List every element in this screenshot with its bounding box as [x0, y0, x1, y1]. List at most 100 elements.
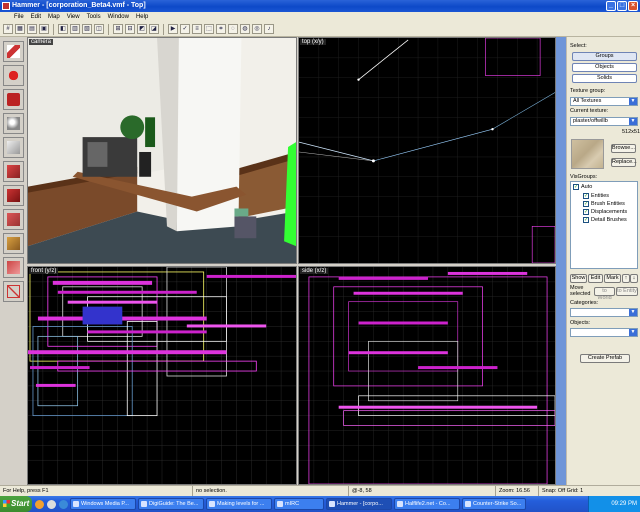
- magnify-tool-icon[interactable]: [3, 65, 24, 86]
- chevron-down-icon: ▼: [629, 309, 637, 316]
- autoselect-icon[interactable]: ◩: [137, 24, 147, 34]
- taskbar-item-active[interactable]: Hammer - [corpo...: [326, 498, 392, 510]
- menu-window[interactable]: Window: [108, 12, 129, 22]
- grid-smaller-icon[interactable]: ▦: [15, 24, 25, 34]
- vertex-tool-icon[interactable]: [3, 281, 24, 302]
- taskbar: Start Windows Media P... DigiGuide: The …: [0, 496, 640, 512]
- hammer-app-icon: [2, 2, 10, 10]
- sound-icon[interactable]: ♪: [264, 24, 274, 34]
- entity-report-icon[interactable]: ≡: [192, 24, 202, 34]
- browse-button[interactable]: Browse...: [611, 144, 636, 153]
- system-tray: 09:29 PM: [588, 496, 640, 512]
- visgroup-brush-entities[interactable]: ✓ Brush Entities: [583, 201, 625, 207]
- select-groups-button[interactable]: Groups: [572, 52, 637, 61]
- select-solids-button[interactable]: Solids: [572, 74, 637, 83]
- group-icon[interactable]: ▥: [70, 24, 80, 34]
- view-3d-icon[interactable]: ▣: [39, 24, 49, 34]
- checkbox-checked-icon[interactable]: ✓: [583, 209, 589, 215]
- menu-file[interactable]: File: [14, 12, 24, 22]
- carve-icon[interactable]: ◧: [58, 24, 68, 34]
- minimize-button[interactable]: _: [606, 1, 616, 11]
- texture-tool-icon[interactable]: [3, 161, 24, 182]
- show-button[interactable]: Show: [570, 274, 587, 283]
- camera-viewport[interactable]: camera: [27, 37, 297, 264]
- texture-group-label: Texture group:: [570, 88, 606, 94]
- visgroup-auto[interactable]: ✓ Auto: [573, 184, 592, 190]
- selection-tool-icon[interactable]: [3, 41, 24, 62]
- current-texture-select[interactable]: plaster/offwillb ▼: [570, 117, 638, 126]
- menu-view[interactable]: View: [67, 12, 80, 22]
- quicklaunch-icon[interactable]: [59, 499, 68, 509]
- side-viewport[interactable]: side (x/z): [298, 266, 556, 485]
- ungroup-icon[interactable]: ▧: [82, 24, 92, 34]
- front-viewport[interactable]: front (y/z): [27, 266, 297, 485]
- edit-button[interactable]: Edit: [588, 274, 603, 283]
- texture-group-select[interactable]: All Textures ▼: [570, 97, 638, 106]
- objects-select[interactable]: ▼: [570, 328, 638, 337]
- grid-larger-icon[interactable]: ▤: [27, 24, 37, 34]
- mark-button[interactable]: Mark: [604, 274, 621, 283]
- textured-icon[interactable]: ◍: [240, 24, 250, 34]
- visgroup-displacements[interactable]: ✓ Displacements: [583, 209, 627, 215]
- start-button[interactable]: Start: [0, 496, 32, 512]
- menu-tools[interactable]: Tools: [87, 12, 101, 22]
- taskbar-item[interactable]: Making levels for ...: [206, 498, 272, 510]
- run-map-icon[interactable]: ▶: [168, 24, 178, 34]
- tool-palette: [0, 37, 27, 485]
- hide-icon[interactable]: ◫: [94, 24, 104, 34]
- taskbar-item[interactable]: Counter-Strike So...: [462, 498, 526, 510]
- arrow-up-icon[interactable]: ↑: [622, 274, 630, 283]
- grid-toggle-icon[interactable]: #: [3, 24, 13, 34]
- texture-preview[interactable]: [571, 139, 604, 169]
- to-world-button[interactable]: to World: [594, 287, 615, 301]
- create-prefab-button[interactable]: Create Prefab: [580, 354, 630, 363]
- top-viewport[interactable]: top (x/y): [298, 37, 556, 264]
- taskbar-item[interactable]: Windows Media P...: [70, 498, 136, 510]
- apply-texture-icon[interactable]: [3, 185, 24, 206]
- visgroup-detail-brushes[interactable]: ✓ Detail Brushes: [583, 217, 627, 223]
- check-map-icon[interactable]: ✓: [180, 24, 190, 34]
- overlay-tool-icon[interactable]: [3, 233, 24, 254]
- title-bar: Hammer - [corporation_Beta4.vmf - Top] _…: [0, 0, 640, 12]
- select-objects-button[interactable]: Objects: [572, 63, 637, 72]
- camera-tool-icon[interactable]: [3, 89, 24, 110]
- toolbar-separator: [108, 23, 109, 35]
- quicklaunch-icon[interactable]: [47, 499, 56, 509]
- categories-select[interactable]: ▼: [570, 308, 638, 317]
- brush-3d-icon[interactable]: ⬚: [204, 24, 214, 34]
- visgroup-label: Displacements: [591, 209, 628, 215]
- hammer-editor-window: Hammer - [corporation_Beta4.vmf - Top] _…: [0, 0, 640, 512]
- arrow-down-icon[interactable]: ↓: [630, 274, 638, 283]
- clock[interactable]: 09:29 PM: [611, 501, 637, 507]
- smoothing-icon[interactable]: ◌: [228, 24, 238, 34]
- viewport-label: front (y/z): [29, 268, 59, 274]
- categories-label: Categories:: [570, 300, 599, 306]
- block-tool-icon[interactable]: [3, 137, 24, 158]
- taskbar-item[interactable]: mIRC: [274, 498, 324, 510]
- checkbox-checked-icon[interactable]: ✓: [583, 201, 589, 207]
- close-button[interactable]: ×: [628, 1, 638, 11]
- replace-button[interactable]: Replace...: [611, 158, 637, 167]
- menu-help[interactable]: Help: [136, 12, 148, 22]
- taskbar-item[interactable]: Halflife2.net - Co...: [394, 498, 460, 510]
- entity-tool-icon[interactable]: [3, 113, 24, 134]
- lightmap-icon[interactable]: ◎: [252, 24, 262, 34]
- texture-lock-icon[interactable]: ⊞: [113, 24, 123, 34]
- checkbox-checked-icon[interactable]: ✓: [583, 217, 589, 223]
- checkbox-checked-icon[interactable]: ✓: [583, 193, 589, 199]
- checkbox-checked-icon[interactable]: ✓: [573, 184, 579, 190]
- menu-edit[interactable]: Edit: [31, 12, 41, 22]
- quicklaunch-icon[interactable]: [35, 499, 44, 509]
- maximize-button[interactable]: □: [617, 1, 627, 11]
- to-entity-button[interactable]: to Entity: [616, 287, 638, 296]
- flat-shading-icon[interactable]: ◪: [149, 24, 159, 34]
- cordon-icon[interactable]: ⊟: [125, 24, 135, 34]
- menu-map[interactable]: Map: [48, 12, 60, 22]
- clipping-tool-icon[interactable]: [3, 257, 24, 278]
- chevron-down-icon: ▼: [629, 118, 637, 125]
- wireframe-icon[interactable]: ⌗: [216, 24, 226, 34]
- visgroup-entities[interactable]: ✓ Entities: [583, 193, 609, 199]
- decal-tool-icon[interactable]: [3, 209, 24, 230]
- taskbar-item[interactable]: DigiGuide: The Be...: [138, 498, 204, 510]
- visgroup-label: Entities: [591, 193, 610, 199]
